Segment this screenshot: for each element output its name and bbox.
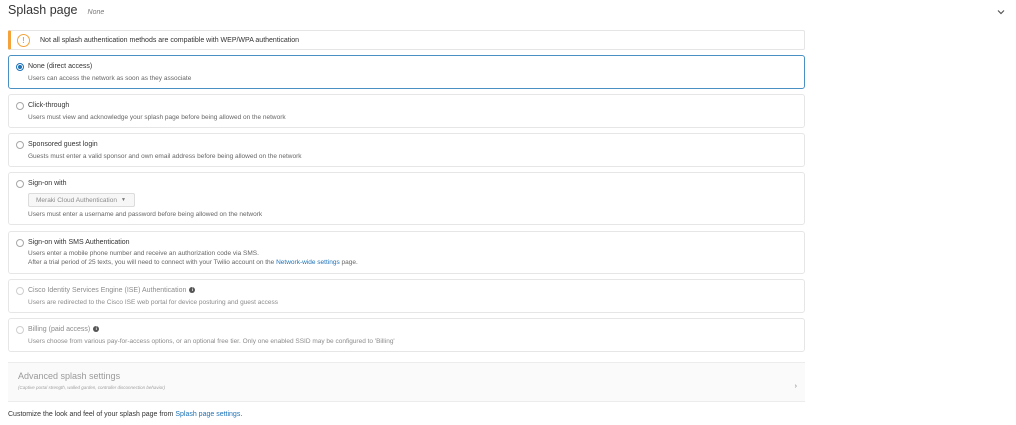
section-title: Splash page bbox=[8, 3, 78, 17]
radio-sign-on-with[interactable] bbox=[16, 180, 24, 188]
option-cisco-ise-authentication[interactable]: Cisco Identity Services Engine (ISE) Aut… bbox=[8, 279, 805, 313]
option-desc: Users choose from various pay-for-access… bbox=[28, 338, 395, 345]
radio-click-through[interactable] bbox=[16, 102, 24, 110]
splash-page-settings-link[interactable]: Splash page settings bbox=[175, 411, 240, 418]
radio-sponsored-guest-login[interactable] bbox=[16, 141, 24, 149]
option-desc-trial: After a trial period of 25 texts, you wi… bbox=[28, 259, 358, 266]
warning-text: Not all splash authentication methods ar… bbox=[40, 36, 300, 44]
splash-page-header[interactable]: Splash page None bbox=[8, 3, 1008, 23]
info-icon[interactable]: i bbox=[93, 326, 100, 333]
footer-suffix: . bbox=[240, 411, 243, 418]
auth-method-select[interactable]: Meraki Cloud Authentication ▼ bbox=[28, 193, 135, 207]
option-desc: Users can access the network as soon as … bbox=[28, 75, 192, 82]
advanced-subtitle: (Captive portal strength, walled garden,… bbox=[18, 385, 166, 390]
compatibility-warning: ! Not all splash authentication methods … bbox=[8, 30, 805, 50]
option-title-wrap: Cisco Identity Services Engine (ISE) Aut… bbox=[28, 287, 196, 294]
current-value: None bbox=[87, 9, 105, 16]
option-desc: Guests must enter a valid sponsor and ow… bbox=[28, 153, 302, 160]
footer-text: Customize the look and feel of your spla… bbox=[8, 411, 174, 418]
option-title: None (direct access) bbox=[28, 63, 93, 70]
select-value: Meraki Cloud Authentication bbox=[36, 196, 117, 204]
radio-cisco-ise[interactable] bbox=[16, 287, 24, 295]
footer-note: Customize the look and feel of your spla… bbox=[8, 411, 242, 418]
chevron-down-icon[interactable] bbox=[996, 7, 1006, 17]
option-sms-authentication[interactable]: Sign-on with SMS Authentication Users en… bbox=[8, 231, 805, 274]
trial-text: After a trial period of 25 texts, you wi… bbox=[28, 259, 275, 266]
option-click-through[interactable]: Click-through Users must view and acknow… bbox=[8, 94, 805, 128]
advanced-title: Advanced splash settings bbox=[18, 371, 121, 381]
option-title: Sign-on with SMS Authentication bbox=[28, 239, 130, 246]
radio-none[interactable] bbox=[16, 63, 24, 71]
warning-icon: ! bbox=[17, 33, 30, 47]
option-title: Billing (paid access) bbox=[28, 326, 91, 333]
option-desc: Users enter a mobile phone number and re… bbox=[28, 250, 259, 257]
option-sponsored-guest-login[interactable]: Sponsored guest login Guests must enter … bbox=[8, 133, 805, 167]
chevron-right-icon: › bbox=[794, 383, 797, 390]
option-none[interactable]: None (direct access) Users can access th… bbox=[8, 55, 805, 89]
option-sign-on-with[interactable]: Sign-on with Meraki Cloud Authentication… bbox=[8, 172, 805, 225]
option-desc: Users must enter a username and password… bbox=[28, 211, 263, 218]
info-icon[interactable]: i bbox=[189, 287, 196, 294]
trial-suffix: page. bbox=[341, 259, 358, 266]
option-billing[interactable]: Billing (paid access) i Users choose from… bbox=[8, 318, 805, 352]
option-desc: Users must view and acknowledge your spl… bbox=[28, 114, 286, 121]
option-title-wrap: Billing (paid access) i bbox=[28, 326, 100, 333]
option-title: Sign-on with bbox=[28, 180, 67, 187]
radio-billing[interactable] bbox=[16, 326, 24, 334]
radio-sms-authentication[interactable] bbox=[16, 239, 24, 247]
advanced-splash-settings[interactable]: Advanced splash settings (Captive portal… bbox=[8, 362, 805, 402]
option-title: Cisco Identity Services Engine (ISE) Aut… bbox=[28, 287, 187, 294]
option-title: Sponsored guest login bbox=[28, 141, 98, 148]
caret-down-icon: ▼ bbox=[120, 197, 126, 203]
option-title: Click-through bbox=[28, 102, 70, 109]
network-wide-settings-link[interactable]: Network-wide settings bbox=[276, 259, 340, 266]
option-desc: Users are redirected to the Cisco ISE we… bbox=[28, 299, 279, 306]
